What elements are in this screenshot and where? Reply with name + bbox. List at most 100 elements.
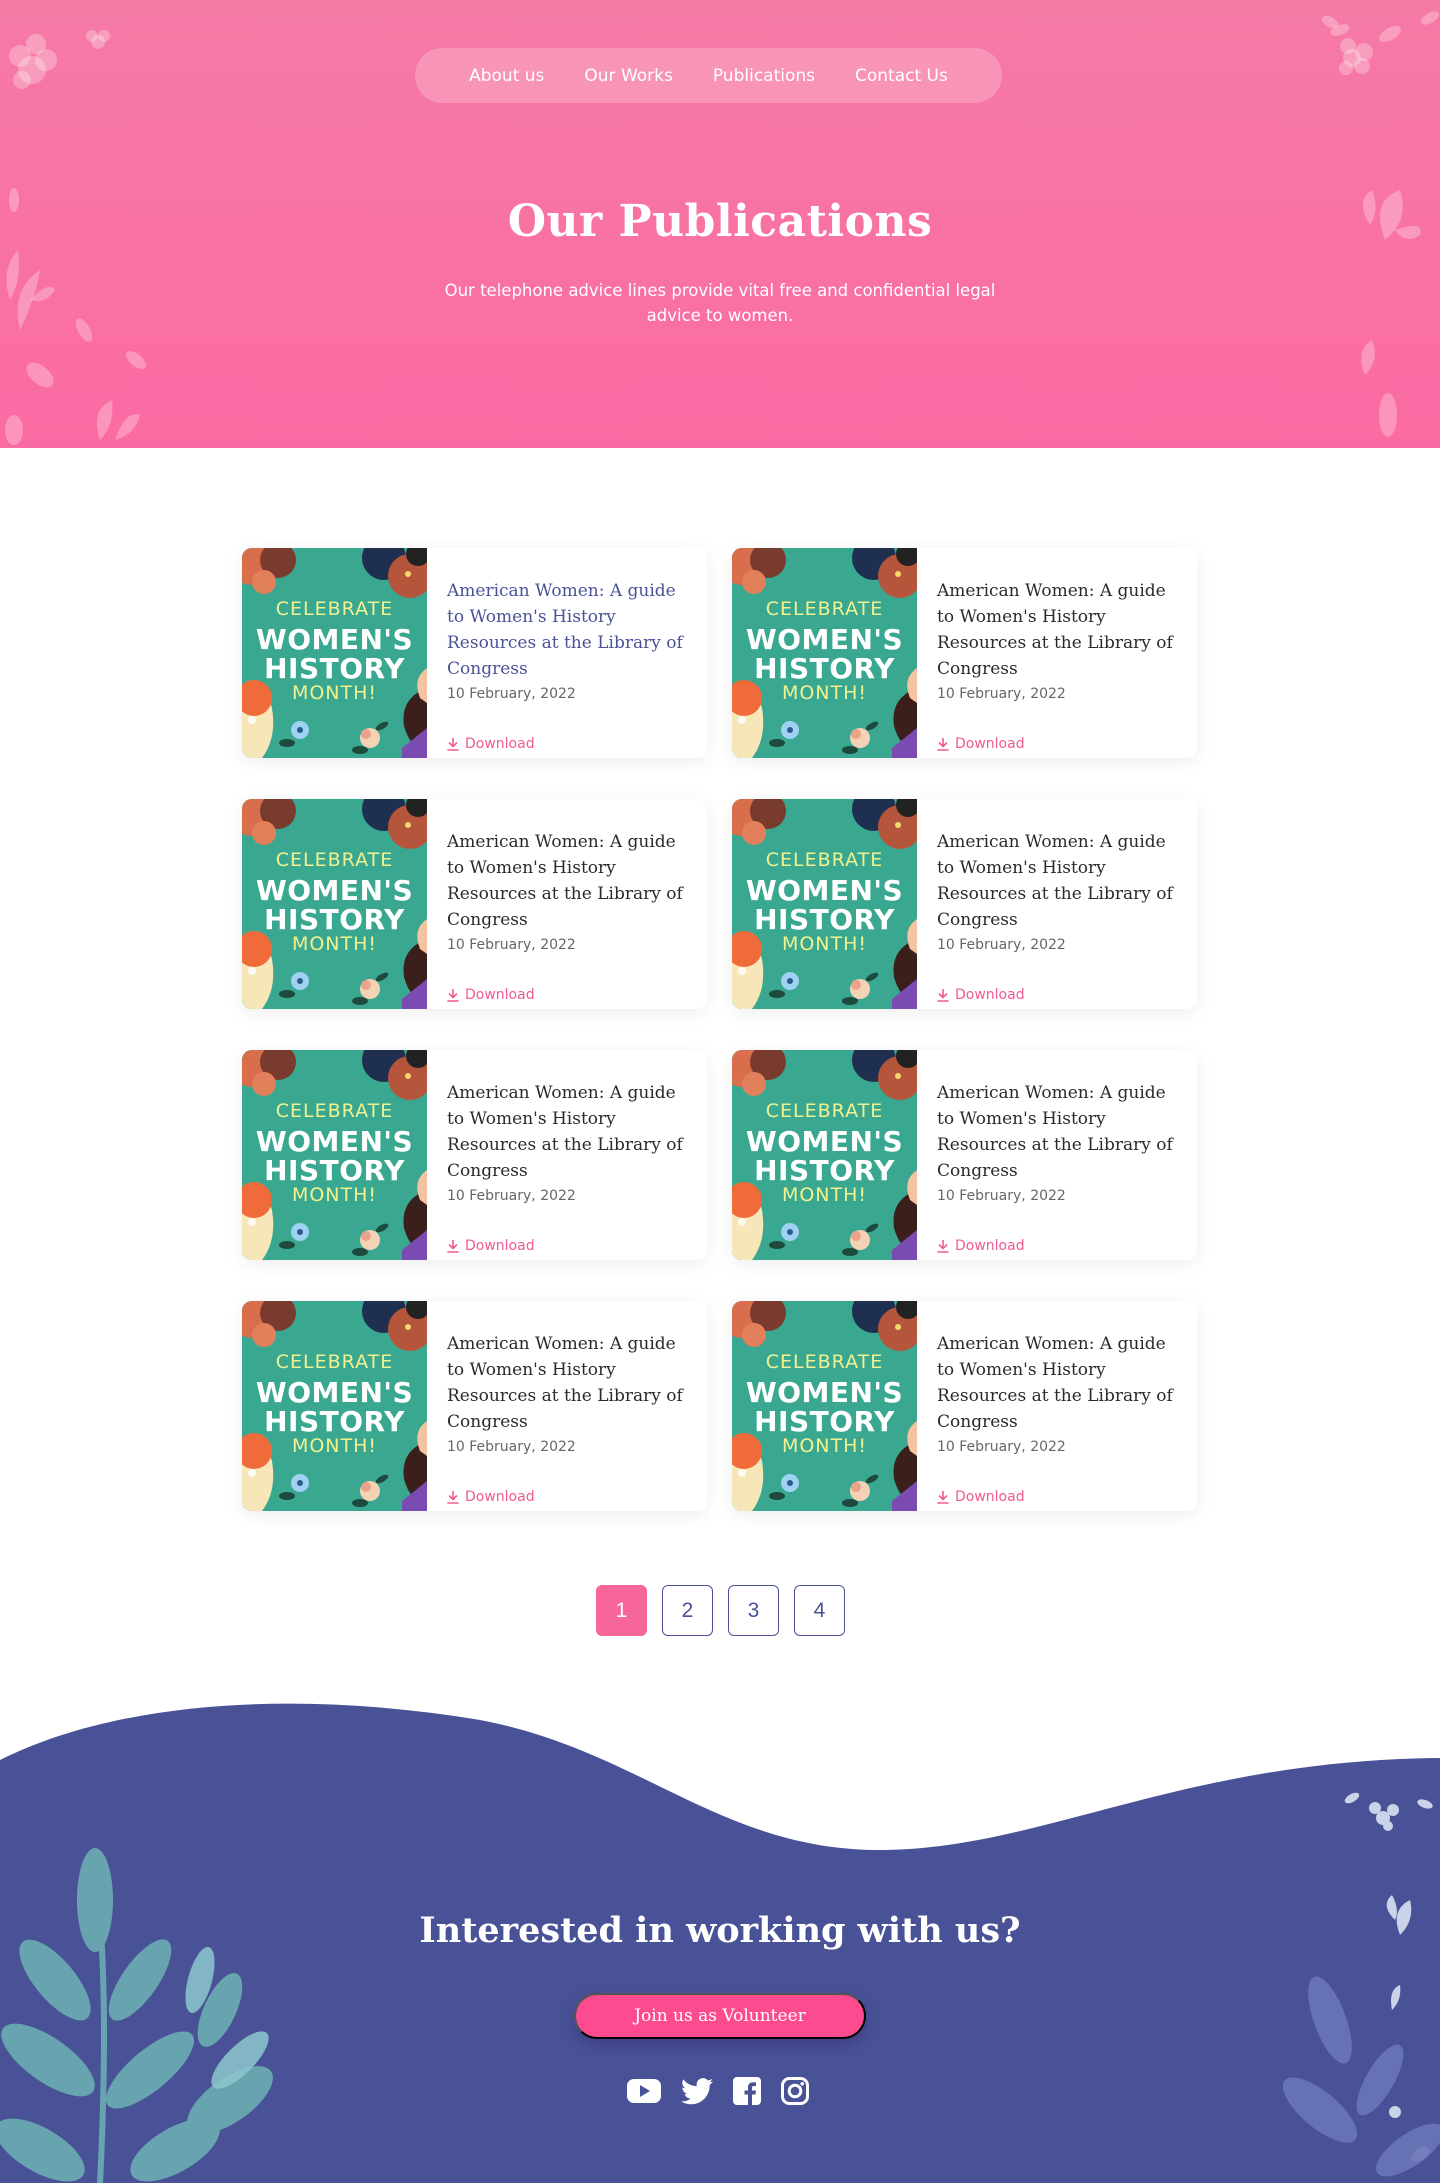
youtube-icon[interactable] — [627, 2079, 661, 2107]
thumbnail-line-1: CELEBRATE — [765, 1351, 884, 1373]
download-label: Download — [955, 736, 1025, 752]
publication-date: 10 February, 2022 — [937, 1188, 1066, 1204]
page-button-3[interactable]: 3 — [728, 1585, 779, 1636]
social-links — [627, 2077, 809, 2109]
publication-title[interactable]: American Women: A guide to Women's Histo… — [447, 1331, 691, 1435]
publication-info: American Women: A guide to Women's Histo… — [917, 1301, 1197, 1511]
publication-card[interactable]: CELEBRATE WOMEN'S HISTORY MONTH! America… — [242, 799, 707, 1009]
download-label: Download — [955, 1489, 1025, 1505]
download-icon — [937, 737, 949, 751]
publication-card[interactable]: CELEBRATE WOMEN'S HISTORY MONTH! America… — [242, 548, 707, 758]
publication-thumbnail: CELEBRATE WOMEN'S HISTORY MONTH! — [242, 1050, 427, 1260]
thumbnail-line-1: CELEBRATE — [765, 1100, 884, 1122]
download-link[interactable]: Download — [447, 736, 535, 752]
publication-info: American Women: A guide to Women's Histo… — [427, 1050, 707, 1260]
publication-date: 10 February, 2022 — [447, 1439, 576, 1455]
publication-date: 10 February, 2022 — [447, 686, 576, 702]
download-label: Download — [465, 736, 535, 752]
publication-card[interactable]: CELEBRATE WOMEN'S HISTORY MONTH! America… — [242, 1050, 707, 1260]
download-link[interactable]: Download — [447, 1238, 535, 1254]
facebook-icon[interactable] — [733, 2077, 761, 2109]
thumbnail-line-4: MONTH! — [291, 1435, 378, 1457]
thumbnail-line-3: HISTORY — [264, 652, 405, 685]
thumbnail-line-4: MONTH! — [781, 933, 868, 955]
download-link[interactable]: Download — [937, 987, 1025, 1003]
pagination: 1 2 3 4 — [596, 1585, 845, 1636]
thumbnail-line-3: HISTORY — [754, 652, 895, 685]
thumbnail-line-3: HISTORY — [754, 1405, 895, 1438]
publication-info: American Women: A guide to Women's Histo… — [427, 799, 707, 1009]
publication-thumbnail: CELEBRATE WOMEN'S HISTORY MONTH! — [732, 799, 917, 1009]
thumbnail-line-4: MONTH! — [291, 682, 378, 704]
publication-date: 10 February, 2022 — [447, 1188, 576, 1204]
nav-contact-us[interactable]: Contact Us — [855, 66, 948, 86]
download-icon — [937, 1239, 949, 1253]
publication-info: American Women: A guide to Women's Histo… — [427, 1301, 707, 1511]
publication-thumbnail: CELEBRATE WOMEN'S HISTORY MONTH! — [732, 1301, 917, 1511]
publication-title[interactable]: American Women: A guide to Women's Histo… — [447, 1080, 691, 1184]
thumbnail-line-4: MONTH! — [781, 1435, 868, 1457]
publication-title[interactable]: American Women: A guide to Women's Histo… — [937, 1080, 1181, 1184]
download-label: Download — [465, 1489, 535, 1505]
main-navigation: About us Our Works Publications Contact … — [415, 48, 1002, 103]
publication-date: 10 February, 2022 — [937, 686, 1066, 702]
publication-date: 10 February, 2022 — [937, 1439, 1066, 1455]
page-title: Our Publications — [507, 196, 933, 247]
publication-title[interactable]: American Women: A guide to Women's Histo… — [447, 829, 691, 933]
download-label: Download — [955, 987, 1025, 1003]
download-link[interactable]: Download — [937, 1238, 1025, 1254]
thumbnail-line-1: CELEBRATE — [765, 849, 884, 871]
page-button-2[interactable]: 2 — [662, 1585, 713, 1636]
thumbnail-line-3: HISTORY — [264, 903, 405, 936]
download-link[interactable]: Download — [937, 1489, 1025, 1505]
thumbnail-line-3: HISTORY — [754, 903, 895, 936]
thumbnail-line-4: MONTH! — [291, 1184, 378, 1206]
volunteer-button[interactable]: Join us as Volunteer — [574, 1993, 866, 2039]
publication-title[interactable]: American Women: A guide to Women's Histo… — [937, 578, 1181, 682]
instagram-icon[interactable] — [781, 2077, 809, 2109]
thumbnail-line-4: MONTH! — [291, 933, 378, 955]
publication-title[interactable]: American Women: A guide to Women's Histo… — [937, 1331, 1181, 1435]
publication-info: American Women: A guide to Women's Histo… — [917, 548, 1197, 758]
thumbnail-line-3: HISTORY — [264, 1154, 405, 1187]
publication-card[interactable]: CELEBRATE WOMEN'S HISTORY MONTH! America… — [732, 548, 1197, 758]
thumbnail-line-1: CELEBRATE — [275, 1351, 394, 1373]
thumbnail-line-1: CELEBRATE — [275, 849, 394, 871]
publication-thumbnail: CELEBRATE WOMEN'S HISTORY MONTH! — [732, 1050, 917, 1260]
publication-card[interactable]: CELEBRATE WOMEN'S HISTORY MONTH! America… — [732, 799, 1197, 1009]
publication-thumbnail: CELEBRATE WOMEN'S HISTORY MONTH! — [242, 1301, 427, 1511]
publication-info: American Women: A guide to Women's Histo… — [427, 548, 707, 758]
download-icon — [447, 737, 459, 751]
nav-about-us[interactable]: About us — [469, 66, 544, 86]
publication-date: 10 February, 2022 — [937, 937, 1066, 953]
thumbnail-line-1: CELEBRATE — [275, 1100, 394, 1122]
publication-thumbnail: CELEBRATE WOMEN'S HISTORY MONTH! — [242, 548, 427, 758]
twitter-icon[interactable] — [681, 2077, 713, 2109]
download-label: Download — [955, 1238, 1025, 1254]
publication-title[interactable]: American Women: A guide to Women's Histo… — [447, 578, 691, 682]
download-link[interactable]: Download — [937, 736, 1025, 752]
nav-our-works[interactable]: Our Works — [584, 66, 672, 86]
nav-publications[interactable]: Publications — [713, 66, 815, 86]
publication-card[interactable]: CELEBRATE WOMEN'S HISTORY MONTH! America… — [732, 1301, 1197, 1511]
download-icon — [937, 988, 949, 1002]
publication-date: 10 February, 2022 — [447, 937, 576, 953]
download-icon — [447, 1239, 459, 1253]
publication-card[interactable]: CELEBRATE WOMEN'S HISTORY MONTH! America… — [242, 1301, 707, 1511]
page-button-1[interactable]: 1 — [596, 1585, 647, 1636]
thumbnail-line-4: MONTH! — [781, 1184, 868, 1206]
thumbnail-line-1: CELEBRATE — [275, 598, 394, 620]
publication-title[interactable]: American Women: A guide to Women's Histo… — [937, 829, 1181, 933]
download-link[interactable]: Download — [447, 1489, 535, 1505]
page-button-4[interactable]: 4 — [794, 1585, 845, 1636]
publication-card[interactable]: CELEBRATE WOMEN'S HISTORY MONTH! America… — [732, 1050, 1197, 1260]
thumbnail-line-3: HISTORY — [754, 1154, 895, 1187]
download-link[interactable]: Download — [447, 987, 535, 1003]
footer-cta: Interested in working with us? Join us a… — [0, 1680, 1440, 2183]
hero-banner: About us Our Works Publications Contact … — [0, 0, 1440, 448]
thumbnail-line-4: MONTH! — [781, 682, 868, 704]
download-label: Download — [465, 987, 535, 1003]
thumbnail-line-3: HISTORY — [264, 1405, 405, 1438]
thumbnail-line-1: CELEBRATE — [765, 598, 884, 620]
cta-heading: Interested in working with us? — [419, 1910, 1021, 1951]
